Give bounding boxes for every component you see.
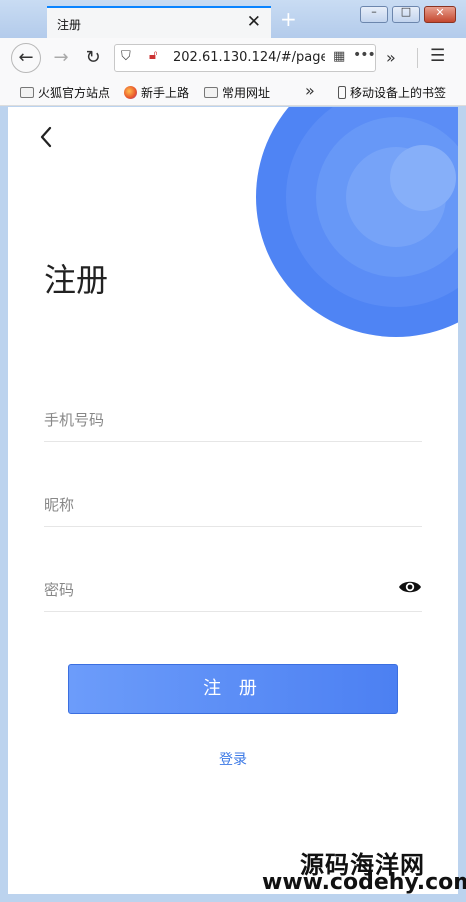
close-icon: ✕ (435, 6, 445, 19)
eye-icon[interactable] (398, 578, 422, 596)
maximize-button[interactable]: □ (392, 5, 420, 23)
tab-title: 注册 (57, 18, 82, 32)
insecure-lock-icon[interactable]: 🔓︎ (149, 48, 157, 63)
qr-code-icon[interactable]: ▦ (333, 49, 345, 64)
phone-field[interactable]: 手机号码 (44, 393, 422, 442)
navigation-bar: ← → ↻ ⛉ 🔓︎ 202.61.130.124/#/page ▦ ••• »… (0, 38, 466, 78)
login-link[interactable]: 登录 (8, 749, 458, 769)
forward-button[interactable]: → (46, 43, 76, 73)
folder-icon (20, 87, 34, 98)
reload-button[interactable]: ↻ (78, 43, 108, 73)
menu-icon[interactable]: ☰ (430, 46, 445, 66)
minimize-icon: – (371, 5, 377, 18)
window-border (0, 894, 466, 902)
phone-placeholder: 手机号码 (44, 411, 105, 429)
page-title: 注册 (44, 261, 109, 299)
watermark-line-2: www.codehy.com (262, 870, 466, 895)
register-button[interactable]: 注 册 (68, 664, 398, 714)
password-field[interactable]: 密码 (44, 563, 422, 612)
page-content: 注册 手机号码 昵称 密码 注 册 登录 (8, 107, 458, 894)
minimize-button[interactable]: – (360, 5, 388, 23)
new-tab-button[interactable]: + (280, 8, 297, 30)
phone-icon (338, 86, 346, 99)
toolbar-overflow-icon[interactable]: » (386, 48, 396, 67)
back-arrow-icon[interactable] (37, 123, 57, 151)
bookmark-item[interactable]: 常用网址 (204, 84, 270, 101)
folder-icon (204, 87, 218, 98)
toolbar-divider (417, 48, 418, 68)
decorative-circle (390, 145, 456, 211)
maximize-icon: □ (400, 5, 412, 18)
bookmark-item[interactable]: 火狐官方站点 (20, 84, 110, 101)
bookmark-item[interactable]: 新手上路 (124, 84, 189, 101)
tab-active[interactable]: 注册 ✕ (47, 6, 271, 38)
bookmarks-overflow-icon[interactable]: » (305, 81, 315, 100)
password-placeholder: 密码 (44, 581, 75, 599)
nickname-field[interactable]: 昵称 (44, 478, 422, 527)
back-button[interactable]: ← (11, 43, 41, 73)
firefox-icon (124, 86, 137, 99)
url-text[interactable]: 202.61.130.124/#/page (173, 50, 325, 65)
window-border (458, 107, 466, 902)
shield-icon[interactable]: ⛉ (121, 49, 131, 64)
mobile-bookmarks[interactable]: 移动设备上的书签 (338, 84, 446, 101)
tab-strip: 注册 ✕ + – □ ✕ (0, 0, 466, 38)
close-window-button[interactable]: ✕ (424, 6, 456, 23)
tab-close-icon[interactable]: ✕ (247, 11, 261, 33)
page-actions-icon[interactable]: ••• (353, 47, 376, 63)
browser-window: 注册 ✕ + – □ ✕ ← → ↻ ⛉ 🔓︎ 202.61.130.124/#… (0, 0, 466, 902)
url-bar[interactable]: ⛉ 🔓︎ 202.61.130.124/#/page ▦ ••• (114, 44, 376, 72)
bookmarks-bar: 火狐官方站点 新手上路 常用网址 » 移动设备上的书签 (0, 78, 466, 106)
nickname-placeholder: 昵称 (44, 496, 75, 514)
